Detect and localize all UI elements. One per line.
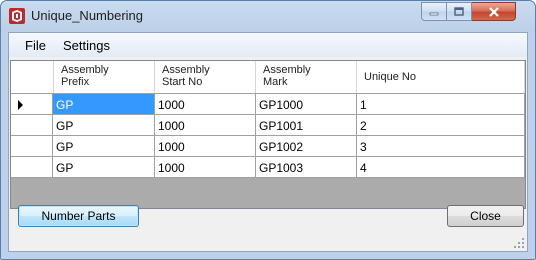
column-header-line1: Assembly [263, 64, 311, 76]
menu-bar: File Settings [9, 33, 527, 57]
cell-unique-no[interactable]: 4 [357, 157, 525, 178]
cell-start-no[interactable]: 1000 [155, 94, 256, 115]
close-icon [488, 6, 499, 17]
data-grid[interactable]: Assembly Prefix Assembly Start No Assemb… [10, 60, 526, 209]
caption-buttons [421, 2, 516, 21]
column-header-unique-no[interactable]: Unique No [357, 61, 525, 93]
cell-mark[interactable]: GP1000 [256, 94, 357, 115]
window-title: Unique_Numbering [31, 8, 144, 23]
header-corner [11, 61, 54, 93]
menu-file[interactable]: File [25, 38, 46, 53]
cell-prefix[interactable]: GP [53, 94, 155, 115]
column-header-start-no[interactable]: Assembly Start No [155, 61, 256, 93]
table-row[interactable]: GP 1000 GP1000 1 [11, 94, 525, 115]
current-row-arrow-icon [18, 100, 23, 110]
cell-mark[interactable]: GP1002 [256, 136, 357, 157]
row-header[interactable] [11, 115, 53, 136]
cell-start-no[interactable]: 1000 [155, 115, 256, 136]
column-header-line1: Assembly [61, 64, 109, 76]
cell-prefix[interactable]: GP [53, 157, 155, 178]
minimize-button[interactable] [421, 2, 447, 21]
column-header-line1: Assembly [162, 64, 210, 76]
row-header[interactable] [11, 94, 53, 115]
close-window-button[interactable] [472, 2, 516, 21]
column-header-mark[interactable]: Assembly Mark [256, 61, 357, 93]
column-header-line2: Prefix [61, 76, 90, 88]
close-button[interactable]: Close [447, 205, 524, 227]
minimize-icon [429, 12, 439, 15]
column-header-line2: Mark [263, 76, 288, 88]
grid-header: Assembly Prefix Assembly Start No Assemb… [11, 61, 525, 94]
main-window: Unique_Numbering File Settings Assembly … [0, 0, 536, 260]
column-header-prefix[interactable]: Assembly Prefix [54, 61, 155, 93]
row-header[interactable] [11, 157, 53, 178]
number-parts-button[interactable]: Number Parts [18, 205, 139, 227]
table-row[interactable]: GP 1000 GP1002 3 [11, 136, 525, 157]
client-area: File Settings Assembly Prefix Assembly S… [8, 32, 528, 252]
maximize-icon [454, 7, 464, 16]
cell-mark[interactable]: GP1001 [256, 115, 357, 136]
maximize-button[interactable] [447, 2, 472, 21]
column-header-line1: Unique No [364, 71, 416, 83]
cell-mark[interactable]: GP1003 [256, 157, 357, 178]
table-row[interactable]: GP 1000 GP1003 4 [11, 157, 525, 178]
menu-settings[interactable]: Settings [63, 38, 110, 53]
cell-start-no[interactable]: 1000 [155, 157, 256, 178]
resize-grip-icon[interactable] [513, 237, 525, 249]
row-header[interactable] [11, 136, 53, 157]
cell-unique-no[interactable]: 1 [357, 94, 525, 115]
column-header-line2: Start No [162, 76, 203, 88]
table-row[interactable]: GP 1000 GP1001 2 [11, 115, 525, 136]
cell-unique-no[interactable]: 2 [357, 115, 525, 136]
app-icon[interactable] [9, 8, 25, 24]
title-bar[interactable]: Unique_Numbering [1, 1, 535, 31]
cell-start-no[interactable]: 1000 [155, 136, 256, 157]
cell-prefix[interactable]: GP [53, 136, 155, 157]
cell-unique-no[interactable]: 3 [357, 136, 525, 157]
cell-prefix[interactable]: GP [53, 115, 155, 136]
